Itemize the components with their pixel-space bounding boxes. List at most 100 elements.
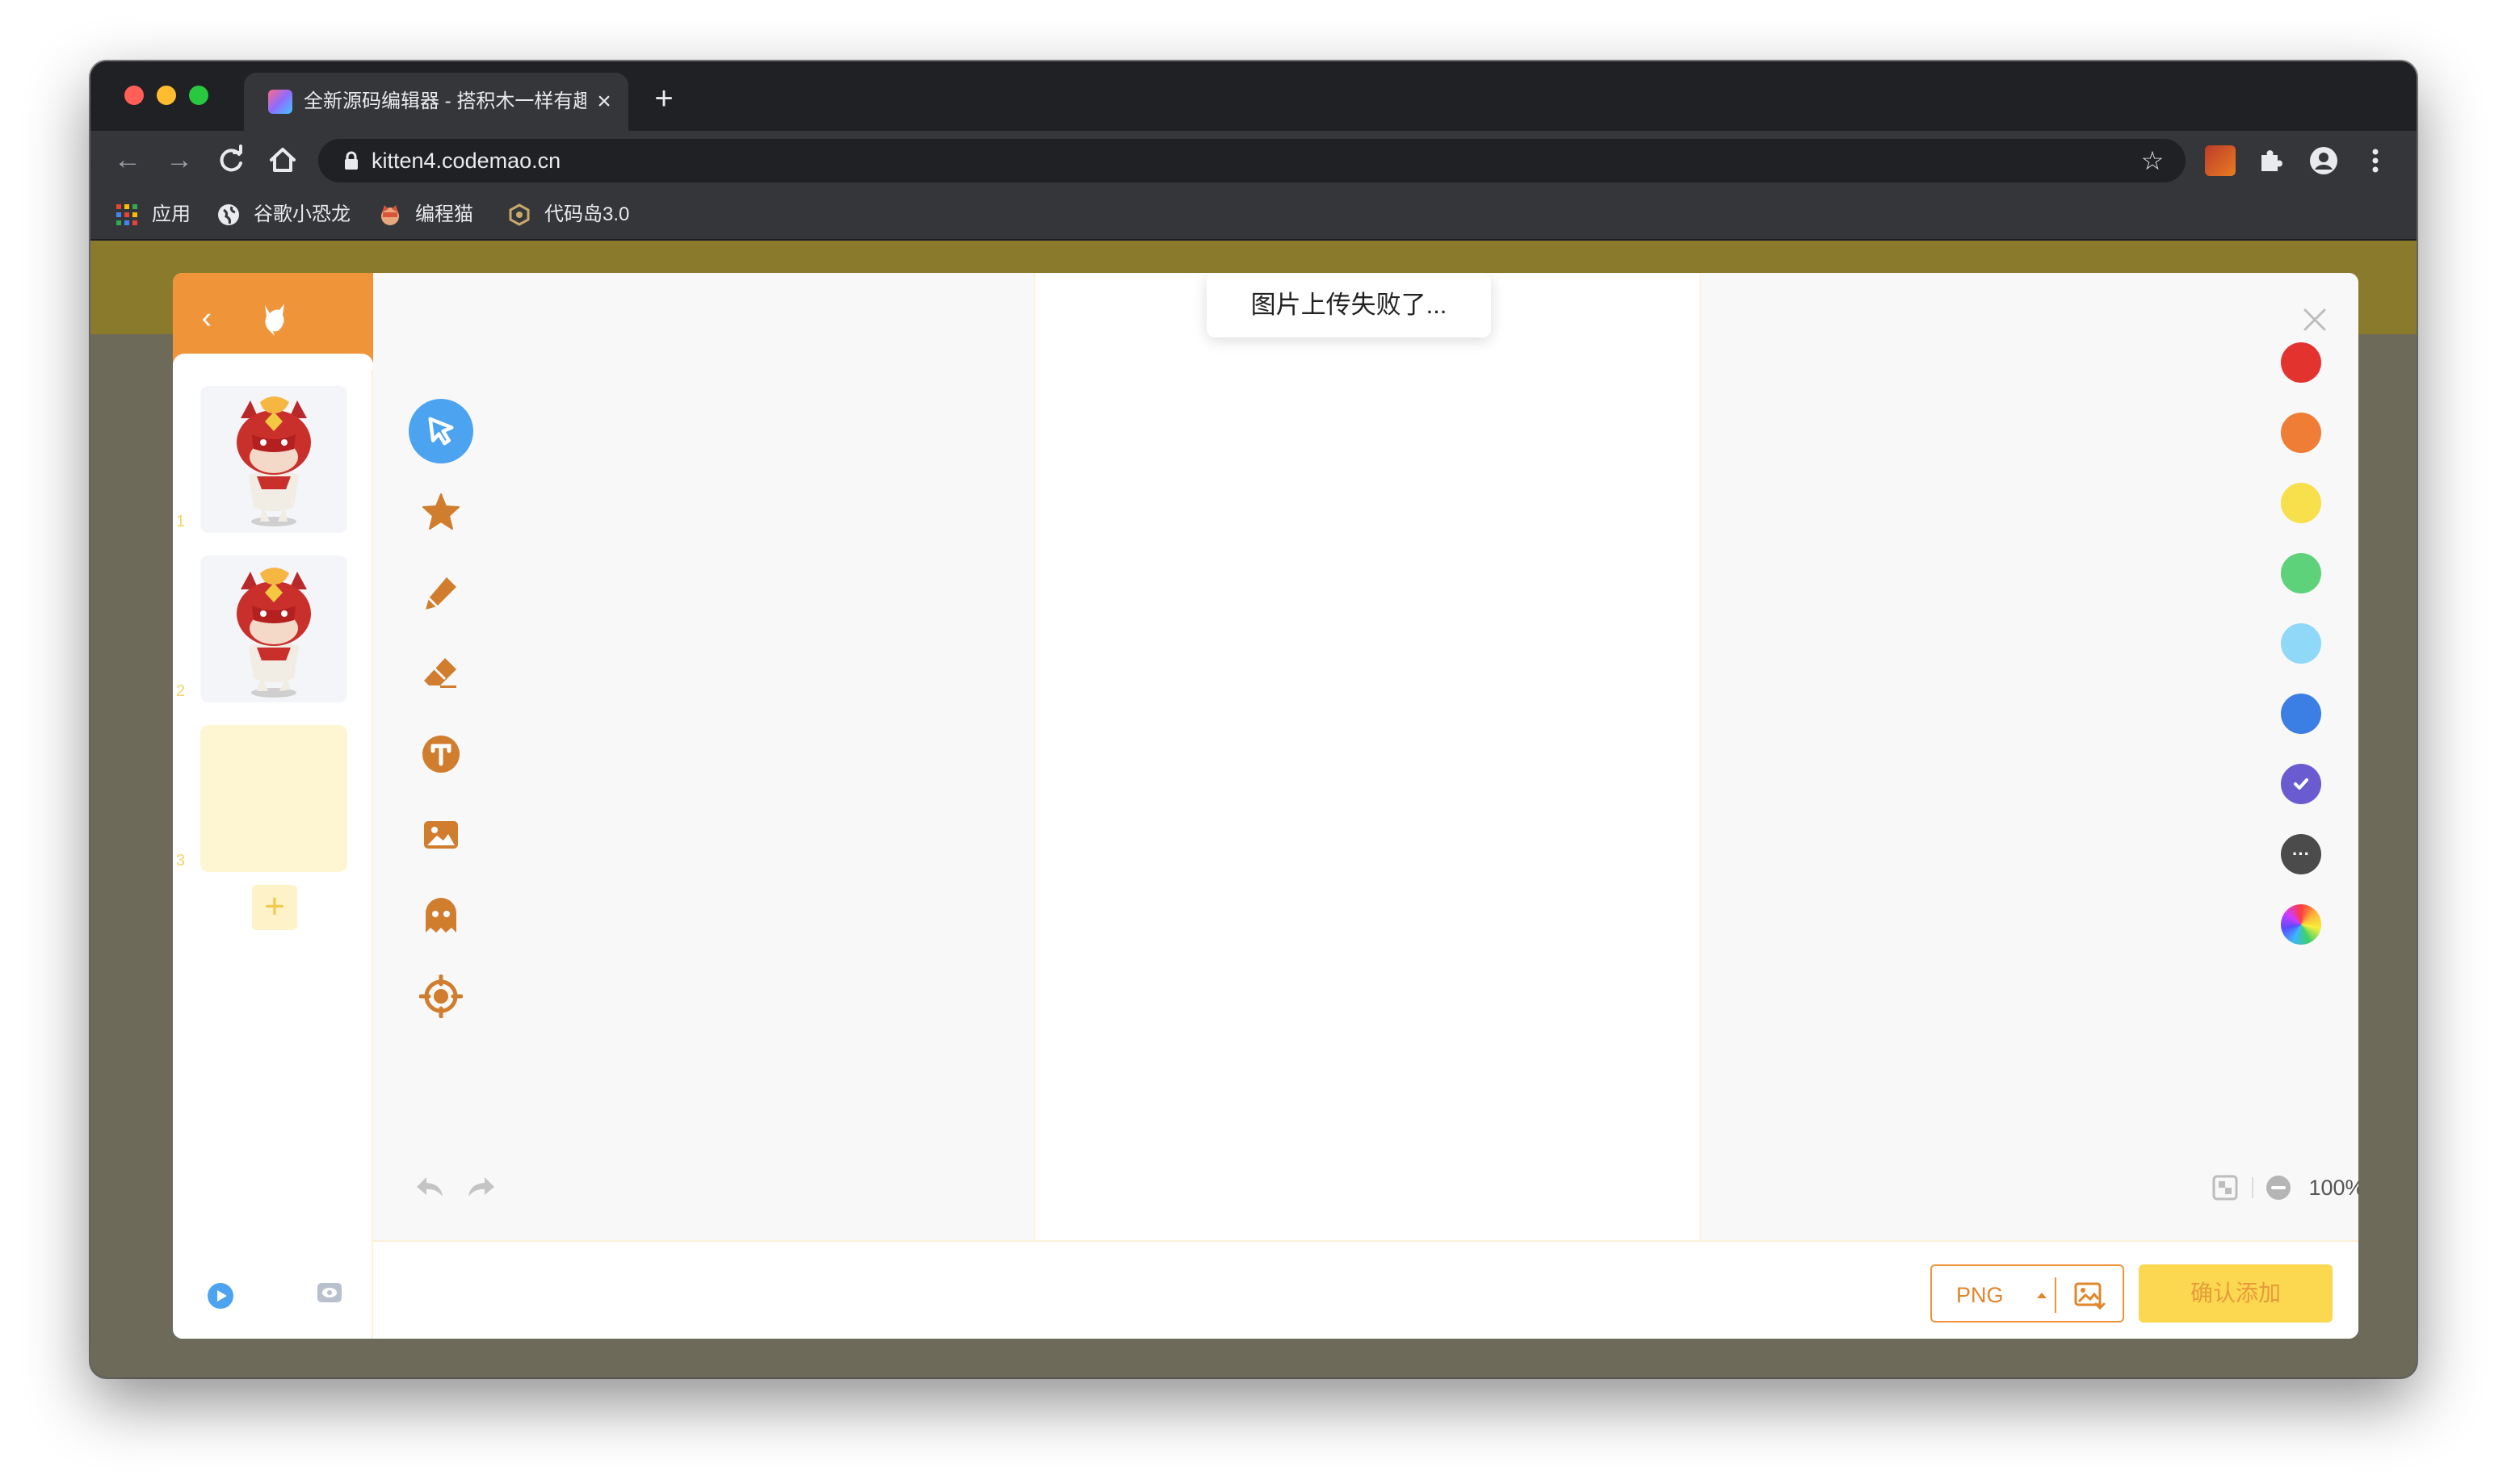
color-swatch-custom[interactable] <box>2281 904 2321 945</box>
eraser-tool-button[interactable] <box>409 641 473 706</box>
paint-editor-modal: ‹ 1 2 3 + 100 ··· PNG 确认添加 图片上传失败了... <box>173 273 2358 1339</box>
bookmark-codemao[interactable]: 编程猫 <box>378 200 473 229</box>
fox-character-image <box>237 568 311 698</box>
grid-toggle-icon[interactable] <box>2211 1174 2239 1201</box>
bookmark-dino[interactable]: 谷歌小恐龙 <box>216 200 351 229</box>
image-icon <box>424 821 458 849</box>
play-icon[interactable] <box>207 1282 234 1310</box>
format-value: PNG <box>1956 1283 2004 1307</box>
bookmark-apps[interactable]: 应用 <box>115 200 191 229</box>
apps-grid-icon <box>116 204 137 225</box>
codemao-cat-icon <box>381 205 399 225</box>
ghost-tool-button[interactable] <box>409 883 473 948</box>
forward-button[interactable]: → <box>162 142 197 178</box>
costume-thumbnail-1[interactable] <box>200 386 347 533</box>
eraser-icon <box>424 658 456 688</box>
bookmark-code-island[interactable]: 代码岛3.0 <box>507 200 629 229</box>
text-icon <box>422 736 460 773</box>
home-button[interactable] <box>265 142 300 178</box>
color-swatch-light-blue[interactable] <box>2281 623 2321 664</box>
shape-tool-button[interactable] <box>409 480 473 544</box>
fox-character-image <box>237 396 311 526</box>
format-select[interactable]: PNG <box>1930 1264 2124 1323</box>
preview-eye-icon[interactable] <box>315 1279 344 1308</box>
back-button[interactable]: ← <box>110 142 145 178</box>
sidebar-body-top <box>173 354 373 370</box>
browser-tab[interactable]: 全新源码编辑器 - 搭积木一样有趣 × <box>244 73 628 131</box>
editor-footer: PNG 确认添加 <box>373 1242 2358 1339</box>
pencil-icon <box>426 577 456 610</box>
bookmark-label: 应用 <box>152 203 191 225</box>
profile-icon[interactable] <box>2308 145 2339 176</box>
costume-sidebar: ‹ 1 2 3 + <box>173 273 373 1339</box>
redo-icon[interactable] <box>464 1171 499 1203</box>
color-swatch-yellow[interactable] <box>2281 483 2321 523</box>
pencil-tool-button[interactable] <box>409 560 473 625</box>
more-menu-icon[interactable] <box>2360 145 2391 176</box>
reload-icon <box>220 145 242 172</box>
tab-favicon-icon <box>268 90 292 114</box>
web-page: ‹ 1 2 3 + 100 ··· PNG 确认添加 图片上传失败了... <box>90 241 2417 1377</box>
text-tool-button[interactable] <box>409 722 473 786</box>
browser-toolbar: ← → kitten4.codemao.cn ☆ <box>90 131 2417 191</box>
canvas-artboard[interactable] <box>1034 273 1701 1240</box>
select-tool-button[interactable] <box>409 399 473 463</box>
tab-title: 全新源码编辑器 - 搭积木一样有趣 <box>304 90 586 112</box>
url-text: kitten4.codemao.cn <box>372 149 561 173</box>
window-maximize-button[interactable] <box>189 86 208 105</box>
new-tab-button[interactable]: + <box>648 82 680 115</box>
costume-sidebar-header: ‹ <box>173 273 373 363</box>
back-arrow-icon[interactable]: ‹ <box>191 302 223 334</box>
tab-close-icon[interactable]: × <box>591 89 617 115</box>
zoom-separator <box>2252 1177 2253 1198</box>
costume-number: 2 <box>176 682 186 700</box>
more-colors-label: ··· <box>2292 844 2310 864</box>
extensions-puzzle-icon[interactable] <box>2255 145 2286 176</box>
bookmark-label: 代码岛3.0 <box>544 203 630 225</box>
color-swatch-orange[interactable] <box>2281 413 2321 453</box>
browser-window: 全新源码编辑器 - 搭积木一样有趣 × + ← → kitten4.codema… <box>90 61 2417 1377</box>
confirm-add-button[interactable]: 确认添加 <box>2139 1264 2333 1323</box>
add-costume-button[interactable]: + <box>252 885 297 930</box>
globe-icon <box>218 204 239 225</box>
upload-failed-toast: 图片上传失败了... <box>1207 273 1491 337</box>
star-icon <box>422 493 460 530</box>
fox-head-icon <box>265 304 284 336</box>
code-island-icon <box>509 203 530 226</box>
color-swatch-green[interactable] <box>2281 553 2321 593</box>
paint-editor-area: 100% ··· <box>373 273 2358 1242</box>
lock-icon <box>345 151 358 170</box>
bookmark-star-icon[interactable]: ☆ <box>2139 147 2166 174</box>
zoom-level: 100% <box>2308 1176 2358 1200</box>
center-target-icon <box>419 975 463 1018</box>
color-swatch-blue[interactable] <box>2281 694 2321 734</box>
zoom-out-icon[interactable] <box>2265 1174 2292 1201</box>
costume-number: 1 <box>176 513 186 530</box>
close-icon[interactable] <box>2299 304 2331 336</box>
tab-strip: 全新源码编辑器 - 搭积木一样有趣 × + <box>90 61 2417 131</box>
window-close-button[interactable] <box>124 86 144 105</box>
export-image-icon[interactable] <box>2072 1279 2106 1311</box>
color-swatch-purple[interactable] <box>2281 764 2321 804</box>
reload-button[interactable] <box>213 142 249 178</box>
bookmark-label: 谷歌小恐龙 <box>254 203 351 225</box>
center-tool-button[interactable] <box>409 964 473 1029</box>
color-swatch-red[interactable] <box>2281 342 2321 383</box>
select-tool-active-bg <box>409 399 473 463</box>
bookmark-label: 编程猫 <box>415 203 473 225</box>
extension-avatar-icon[interactable] <box>2205 145 2236 176</box>
color-swatch-dark-gray[interactable]: ··· <box>2281 834 2321 874</box>
check-icon <box>2294 778 2308 790</box>
address-bar[interactable]: kitten4.codemao.cn ☆ <box>318 139 2186 182</box>
costume-thumbnail-3[interactable] <box>200 725 347 872</box>
select-arrow-icon <box>428 417 454 446</box>
format-separator <box>2055 1277 2056 1313</box>
undo-icon[interactable] <box>412 1171 447 1203</box>
costume-thumbnail-2[interactable] <box>200 555 347 702</box>
home-icon <box>270 148 296 172</box>
window-minimize-button[interactable] <box>157 86 176 105</box>
costume-number: 3 <box>176 852 186 870</box>
image-tool-button[interactable] <box>409 803 473 867</box>
ghost-icon <box>426 898 456 933</box>
zoom-controls: 100% <box>2211 1169 2358 1206</box>
